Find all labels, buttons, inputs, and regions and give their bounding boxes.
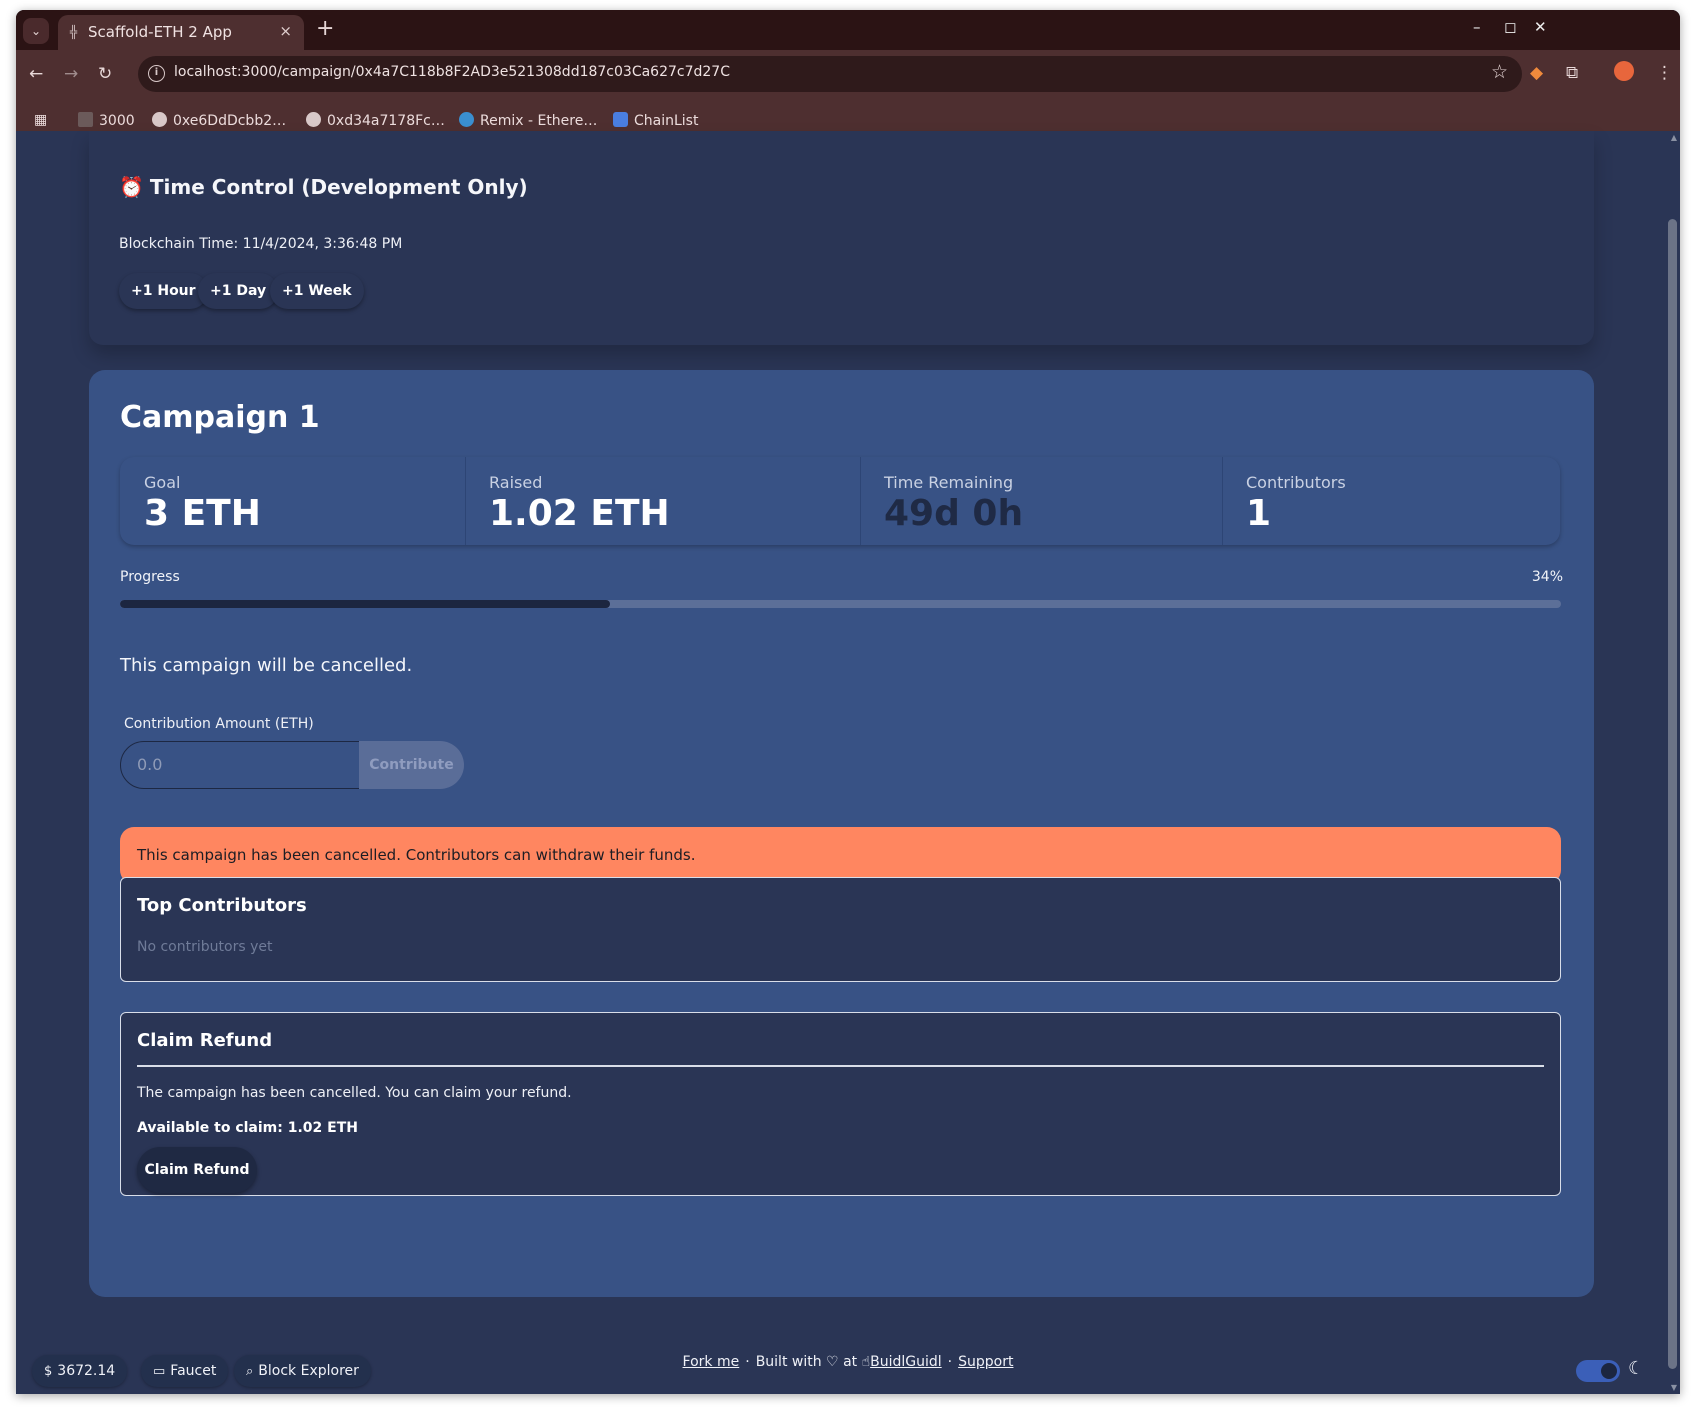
stat-contributors: Contributors 1 bbox=[1222, 457, 1560, 545]
top-contributors-box: Top Contributors No contributors yet bbox=[120, 877, 1561, 982]
new-tab-button[interactable]: + bbox=[316, 16, 334, 41]
built-with-text: Built with bbox=[755, 1354, 822, 1370]
bookmark-remix[interactable]: Remix - Ethere… bbox=[459, 112, 597, 129]
stat-time-remaining: Time Remaining 49d 0h bbox=[860, 457, 1222, 545]
contribute-button[interactable]: Contribute bbox=[359, 741, 464, 789]
site-info-icon[interactable]: i bbox=[148, 65, 165, 82]
progress-bar-fill bbox=[120, 600, 610, 608]
stat-value: 3 ETH bbox=[144, 493, 261, 534]
heart-icon: ♡ bbox=[826, 1354, 839, 1370]
time-control-card: ⏰ Time Control (Development Only) Blockch… bbox=[89, 131, 1594, 345]
toggle-knob bbox=[1601, 1363, 1617, 1379]
back-arrow-icon[interactable]: ← bbox=[29, 64, 43, 84]
time-control-title-text: Time Control (Development Only) bbox=[149, 175, 528, 199]
tab-bar: ⌄ ╬ Scaffold-ETH 2 App × + – ◻ ✕ bbox=[16, 10, 1680, 50]
progress-percent: 34% bbox=[1531, 569, 1563, 585]
time-control-title: ⏰ Time Control (Development Only) bbox=[119, 175, 528, 199]
tab-title: Scaffold-ETH 2 App bbox=[88, 23, 232, 41]
maximize-button[interactable]: ◻ bbox=[1504, 18, 1516, 36]
forward-arrow-icon[interactable]: → bbox=[64, 64, 78, 84]
browser-menu-icon[interactable]: ⋮ bbox=[1656, 63, 1673, 83]
progress-label: Progress bbox=[120, 569, 180, 585]
scaffold-icon bbox=[78, 112, 93, 127]
contribution-label: Contribution Amount (ETH) bbox=[124, 716, 314, 732]
cancelled-alert: This campaign has been cancelled. Contri… bbox=[120, 827, 1561, 884]
active-tab[interactable]: ╬ Scaffold-ETH 2 App × bbox=[58, 15, 304, 50]
reload-icon[interactable]: ↻ bbox=[98, 64, 112, 84]
url-text[interactable]: localhost:3000/campaign/0x4a7C118b8F2AD3… bbox=[174, 64, 730, 80]
profile-avatar[interactable] bbox=[1614, 61, 1634, 81]
bookmark-label: 3000 bbox=[99, 113, 135, 129]
at-text: at bbox=[843, 1354, 858, 1370]
alarm-clock-icon: ⏰ bbox=[119, 175, 144, 199]
extensions-puzzle-icon[interactable]: ⧉ bbox=[1566, 63, 1578, 83]
refund-description: The campaign has been cancelled. You can… bbox=[137, 1085, 572, 1101]
bookmark-label: 0xe6DdDcbb2… bbox=[173, 113, 287, 129]
refund-available-amount: Available to claim: 1.02 ETH bbox=[137, 1120, 358, 1136]
fork-me-link[interactable]: Fork me bbox=[683, 1354, 740, 1370]
separator: · bbox=[947, 1354, 953, 1370]
remix-icon bbox=[459, 112, 474, 127]
buidlguidl-link[interactable]: BuidlGuidl bbox=[870, 1354, 942, 1370]
stat-label: Time Remaining bbox=[884, 473, 1014, 492]
footer-links: Fork me · Built with ♡ at ☝BuidlGuidl · Supp… bbox=[16, 1354, 1680, 1370]
apps-grid-icon[interactable]: ▦ bbox=[34, 112, 47, 128]
bookmark-label: 0xd34a7178Fc… bbox=[327, 113, 445, 129]
stat-value: 1 bbox=[1246, 493, 1272, 534]
bookmark-0xd34[interactable]: 0xd34a7178Fc… bbox=[306, 112, 445, 129]
bookmark-0xe6[interactable]: 0xe6DdDcbb2… bbox=[152, 112, 286, 129]
claim-refund-box: Claim Refund The campaign has been cance… bbox=[120, 1012, 1561, 1196]
scaffold-icon bbox=[306, 112, 321, 127]
divider bbox=[137, 1065, 1544, 1067]
tab-close-icon[interactable]: × bbox=[279, 22, 292, 40]
campaign-status-note: This campaign will be cancelled. bbox=[120, 655, 413, 676]
bookmark-label: ChainList bbox=[634, 113, 699, 129]
campaign-title: Campaign 1 bbox=[120, 400, 320, 435]
scroll-up-icon[interactable]: ▲ bbox=[1671, 133, 1677, 142]
buidlguidl-logo-icon: ☝ bbox=[861, 1354, 871, 1370]
close-window-button[interactable]: ✕ bbox=[1534, 18, 1547, 36]
campaign-card: Campaign 1 Goal 3 ETH Raised 1.02 ETH Ti… bbox=[89, 370, 1594, 1297]
moon-icon: ☾ bbox=[1628, 1358, 1645, 1379]
stat-label: Raised bbox=[489, 473, 543, 492]
contribution-amount-input[interactable]: 0.0 bbox=[120, 741, 360, 789]
tab-search-button[interactable]: ⌄ bbox=[23, 18, 49, 44]
campaign-stats: Goal 3 ETH Raised 1.02 ETH Time Remainin… bbox=[120, 457, 1560, 545]
no-contributors-note: No contributors yet bbox=[137, 939, 273, 955]
browser-window: ⌄ ╬ Scaffold-ETH 2 App × + – ◻ ✕ ← → ↻ i… bbox=[16, 10, 1680, 1394]
add-week-button[interactable]: +1 Week bbox=[270, 273, 364, 309]
stat-goal: Goal 3 ETH bbox=[120, 457, 465, 545]
theme-toggle[interactable] bbox=[1576, 1360, 1620, 1382]
page-content: ▲ ▼ ⏰ Time Control (Development Only) Blo… bbox=[16, 131, 1680, 1394]
support-link[interactable]: Support bbox=[958, 1354, 1013, 1370]
claim-refund-button[interactable]: Claim Refund bbox=[137, 1147, 257, 1193]
scaffold-icon bbox=[152, 112, 167, 127]
top-contributors-title: Top Contributors bbox=[137, 895, 307, 916]
add-hour-button[interactable]: +1 Hour bbox=[119, 273, 208, 309]
bookmark-chainlist[interactable]: ChainList bbox=[613, 112, 698, 129]
stat-value: 49d 0h bbox=[884, 493, 1024, 534]
progress-bar bbox=[120, 600, 1561, 608]
claim-refund-title: Claim Refund bbox=[137, 1030, 273, 1051]
scrollbar-thumb[interactable] bbox=[1668, 219, 1677, 1369]
stat-label: Goal bbox=[144, 473, 181, 492]
separator: · bbox=[745, 1354, 750, 1370]
bookmark-label: Remix - Ethere… bbox=[480, 113, 598, 129]
stat-raised: Raised 1.02 ETH bbox=[465, 457, 860, 545]
blockchain-time: Blockchain Time: 11/4/2024, 3:36:48 PM bbox=[119, 236, 403, 252]
chainlist-icon bbox=[613, 112, 628, 127]
bookmark-3000[interactable]: 3000 bbox=[78, 112, 135, 129]
stat-value: 1.02 ETH bbox=[489, 493, 670, 534]
add-day-button[interactable]: +1 Day bbox=[198, 273, 279, 309]
browser-toolbar: ← → ↻ i localhost:3000/campaign/0x4a7C11… bbox=[16, 50, 1680, 102]
scaffold-favicon-icon: ╬ bbox=[70, 25, 78, 39]
minimize-button[interactable]: – bbox=[1473, 18, 1481, 36]
bookmark-star-icon[interactable]: ☆ bbox=[1491, 61, 1508, 83]
metamask-extension-icon[interactable]: ◆ bbox=[1530, 63, 1543, 83]
address-bar[interactable]: i localhost:3000/campaign/0x4a7C118b8F2A… bbox=[138, 56, 1522, 92]
stat-label: Contributors bbox=[1246, 473, 1346, 492]
scrollbar[interactable]: ▲ ▼ bbox=[1666, 131, 1680, 1394]
scroll-down-icon[interactable]: ▼ bbox=[1671, 1383, 1677, 1392]
